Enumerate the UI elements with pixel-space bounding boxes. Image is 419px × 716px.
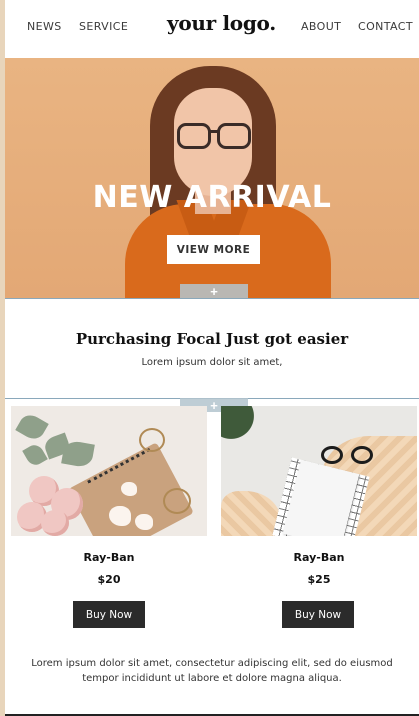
section-divider — [5, 298, 419, 299]
product-name-2: Ray-Ban — [293, 551, 345, 564]
logo[interactable]: your logo. — [167, 11, 276, 35]
eyeglasses-icon — [177, 123, 211, 149]
add-block-plus-icon[interactable]: + — [180, 284, 248, 298]
buy-now-button-2[interactable]: Buy Now — [282, 601, 354, 628]
product-price-2: $25 — [307, 573, 331, 586]
product-price-1: $20 — [97, 573, 121, 586]
nav-service[interactable]: SERVICE — [79, 20, 128, 33]
intro-subtitle: Lorem ipsum dolor sit amet, — [141, 357, 283, 368]
product-image-2[interactable] — [221, 406, 417, 536]
nav-contact[interactable]: CONTACT — [358, 20, 413, 33]
intro-title: Purchasing Focal Just got easier — [75, 330, 349, 348]
header: NEWS SERVICE your logo. ABOUT CONTACT — [5, 0, 419, 58]
footer-text: Lorem ipsum dolor sit amet, consectetur … — [31, 658, 393, 684]
hero-title: NEW ARRIVAL — [92, 180, 332, 215]
view-more-button[interactable]: VIEW MORE — [167, 235, 260, 264]
product-name-1: Ray-Ban — [83, 551, 135, 564]
email-page: NEWS SERVICE your logo. ABOUT CONTACT NE… — [5, 0, 419, 716]
nav-news[interactable]: NEWS — [27, 20, 62, 33]
nav-about[interactable]: ABOUT — [301, 20, 341, 33]
hero-banner: NEW ARRIVAL VIEW MORE + — [5, 58, 419, 298]
product-image-1[interactable] — [11, 406, 207, 536]
buy-now-button-1[interactable]: Buy Now — [73, 601, 145, 628]
